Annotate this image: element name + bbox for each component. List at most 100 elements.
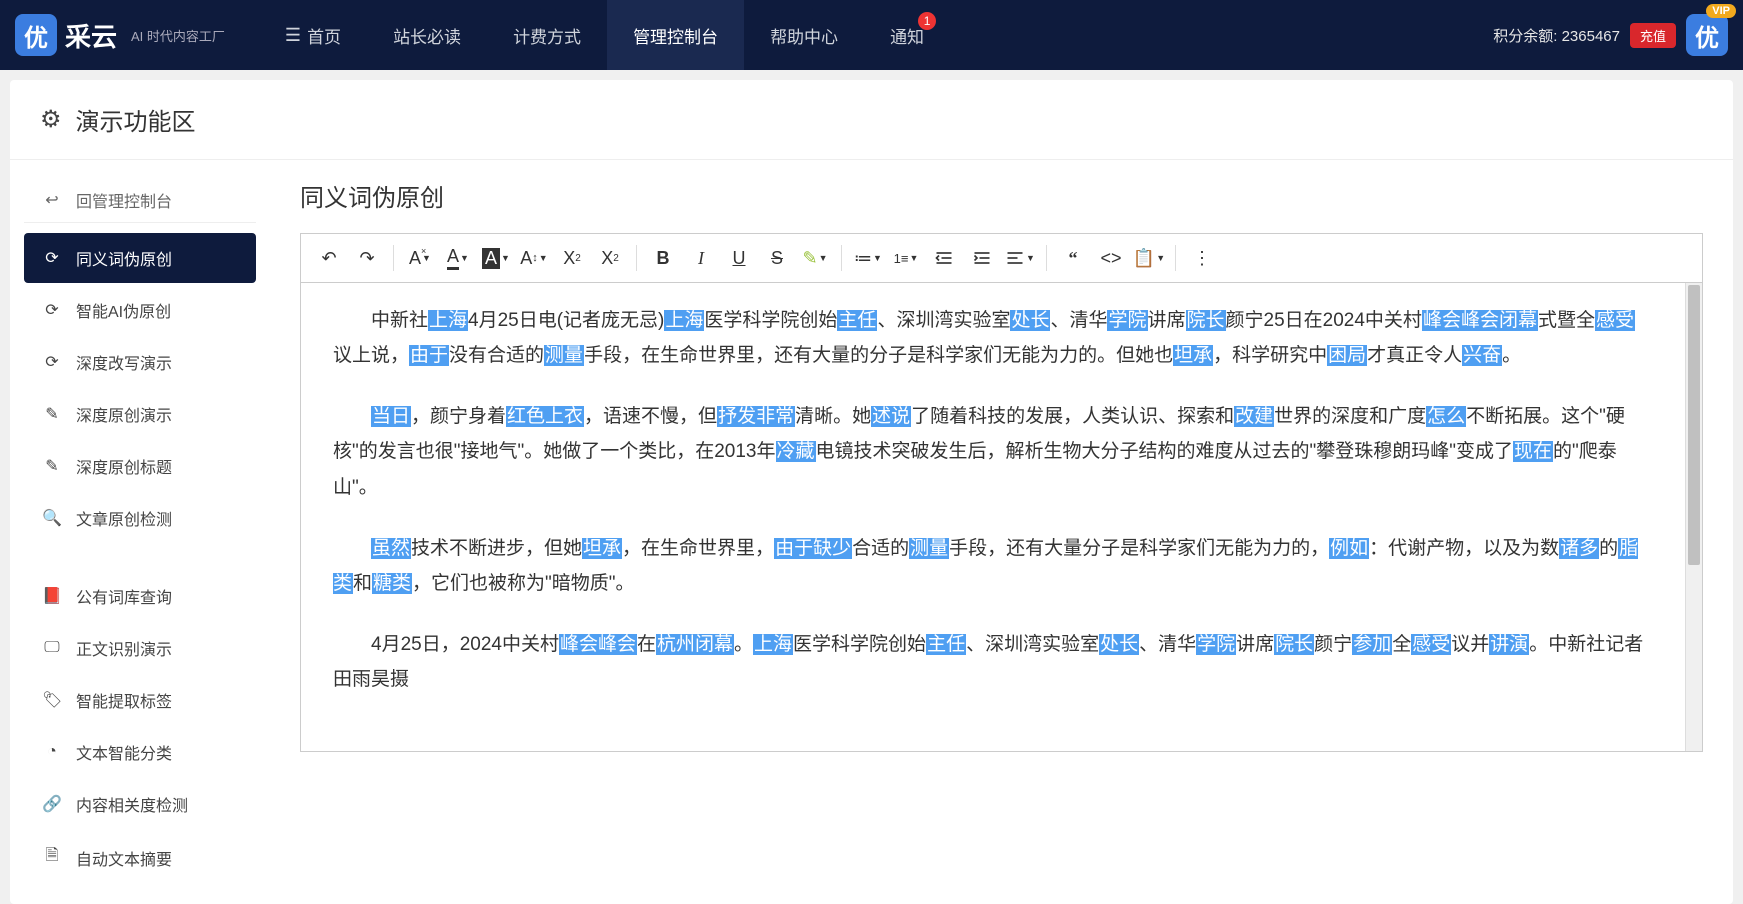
page-title: 演示功能区 xyxy=(76,102,196,137)
recharge-button[interactable]: 充值 xyxy=(1630,23,1676,48)
highlighted-word: 院长 xyxy=(1186,310,1226,331)
highlighted-word: 处长 xyxy=(1099,634,1139,655)
nav-item-3[interactable]: 管理控制台 xyxy=(607,0,744,70)
highlighted-word: 冷藏 xyxy=(776,441,816,462)
bold-button[interactable]: B xyxy=(645,240,681,276)
sidebar-item[interactable]: ✎ 深度原创标题 xyxy=(24,441,256,491)
editor-content[interactable]: 中新社上海4月25日电(记者庞无忌)上海医学科学院创始主任、深圳湾实验室处长、清… xyxy=(301,283,1685,751)
avatar-icon: 优 xyxy=(1686,14,1728,56)
italic-button[interactable]: I xyxy=(683,240,719,276)
highlighted-word: 由于 xyxy=(409,345,449,366)
nav-item-5[interactable]: 通知1 xyxy=(864,0,950,70)
logo[interactable]: 优 采云 AI 时代内容工厂 xyxy=(15,14,225,56)
highlighted-word: 当日 xyxy=(371,406,411,427)
toolbar-separator xyxy=(636,245,637,271)
highlighted-word: 例如 xyxy=(1329,538,1369,559)
points-balance: 积分余额: 2365467 xyxy=(1493,25,1620,46)
strikethrough-button[interactable]: S xyxy=(759,240,795,276)
sidebar-item[interactable]: 🔗 内容相关度检测 xyxy=(24,779,256,829)
align-button[interactable]: ▼ xyxy=(1002,240,1038,276)
logo-text: 采云 xyxy=(65,17,117,54)
more-button[interactable]: ⋮ xyxy=(1184,240,1220,276)
quote-button[interactable]: “ xyxy=(1055,240,1091,276)
outdent-button[interactable] xyxy=(926,240,962,276)
highlighted-word: 测量 xyxy=(544,345,584,366)
sidebar-label: 文章原创检测 xyxy=(76,506,172,530)
toolbar-separator xyxy=(841,245,842,271)
back-label: 回管理控制台 xyxy=(76,188,172,212)
superscript-button[interactable]: X2 xyxy=(592,240,628,276)
back-icon: ↩ xyxy=(42,190,62,210)
paragraph: 4月25日，2024中关村峰会峰会在杭州闭幕。上海医学科学院创始主任、深圳湾实验… xyxy=(333,627,1653,697)
sidebar-item[interactable]: ⟳智能AI伪原创 xyxy=(24,285,256,335)
highlighted-word: 改建 xyxy=(1234,406,1274,427)
sidebar-label: 公有词库查询 xyxy=(76,584,172,608)
nav-item-4[interactable]: 帮助中心 xyxy=(744,0,864,70)
highlighted-word: 学院 xyxy=(1107,310,1147,331)
back-to-console[interactable]: ↩ 回管理控制台 xyxy=(24,178,256,223)
highlighted-word: 现在 xyxy=(1513,441,1553,462)
gear-icon: ⚙ xyxy=(40,105,62,134)
paragraph: 虽然技术不断进步，但她坦承，在生命世界里，由于缺少合适的测量手段，还有大量分子是… xyxy=(333,531,1653,601)
highlighted-word: 坦承 xyxy=(582,538,622,559)
tag-icon: 🏷 xyxy=(42,690,62,710)
link-icon: 🔗 xyxy=(42,794,62,814)
highlighted-word: 峰会峰会 xyxy=(559,634,637,655)
edit-icon: ✎ xyxy=(42,456,62,476)
edit-icon: ✎ xyxy=(42,404,62,424)
highlighted-word: 处长 xyxy=(1010,310,1050,331)
sidebar-item[interactable]: 🖵正文识别演示 xyxy=(24,623,256,673)
paste-button[interactable]: 📋▼ xyxy=(1131,240,1167,276)
sidebar-item[interactable]: 🔍 文章原创检测 xyxy=(24,493,256,543)
sidebar-label: 内容相关度检测 xyxy=(76,792,188,816)
sidebar-item[interactable]: ⟳深度改写演示 xyxy=(24,337,256,387)
user-avatar[interactable]: VIP 优 xyxy=(1686,14,1728,56)
sidebar-label: 同义词伪原创 xyxy=(76,246,172,270)
search-icon: 🔍 xyxy=(42,508,62,528)
font-color-button[interactable]: A▼ xyxy=(440,240,476,276)
bg-color-button[interactable]: A▼ xyxy=(478,240,514,276)
sidebar-item[interactable]: 🗎自动文本摘要 xyxy=(24,831,256,884)
highlighted-word: 院长 xyxy=(1274,634,1314,655)
code-button[interactable]: <> xyxy=(1093,240,1129,276)
highlight-button[interactable]: ✎▼ xyxy=(797,240,833,276)
subscript-button[interactable]: X2 xyxy=(554,240,590,276)
undo-button[interactable]: ↶ xyxy=(311,240,347,276)
vip-badge: VIP xyxy=(1706,4,1736,18)
underline-button[interactable]: U xyxy=(721,240,757,276)
scrollbar-thumb[interactable] xyxy=(1688,285,1700,565)
highlighted-word: 感受 xyxy=(1595,310,1635,331)
top-nav: ☰首页站长必读计费方式管理控制台帮助中心通知1 xyxy=(259,0,950,70)
highlighted-word: 述说 xyxy=(871,406,911,427)
sidebar-item[interactable]: ✎深度原创演示 xyxy=(24,389,256,439)
highlighted-word: 由于缺少 xyxy=(774,538,852,559)
highlighted-word: 主任 xyxy=(926,634,966,655)
bullet-list-button[interactable]: ≔▼ xyxy=(850,240,886,276)
ordered-list-button[interactable]: 1≡▼ xyxy=(888,240,924,276)
highlighted-word: 怎么 xyxy=(1426,406,1466,427)
sidebar-label: 文本智能分类 xyxy=(76,740,172,764)
highlighted-word: 杭州闭幕 xyxy=(656,634,734,655)
clear-format-button[interactable]: A×▼ xyxy=(402,240,438,276)
page-container: ⚙ 演示功能区 ↩ 回管理控制台 ⟳同义词伪原创⟳智能AI伪原创⟳深度改写演示✎… xyxy=(10,80,1733,904)
paragraph: 当日，颜宁身着红色上衣，语速不慢，但抒发非常清晰。她述说了随着科技的发展，人类认… xyxy=(333,399,1653,504)
highlighted-word: 讲演 xyxy=(1489,634,1529,655)
sidebar-item[interactable]: ◔文本智能分类 xyxy=(24,727,256,777)
sidebar-item[interactable]: 📕公有词库查询 xyxy=(24,571,256,621)
font-size-button[interactable]: A↕▼ xyxy=(516,240,552,276)
nav-item-0[interactable]: ☰首页 xyxy=(259,0,367,70)
highlighted-word: 糖类 xyxy=(372,573,412,594)
sidebar-label: 深度原创标题 xyxy=(76,454,172,478)
notification-badge: 1 xyxy=(918,12,936,30)
redo-button[interactable]: ↷ xyxy=(349,240,385,276)
sidebar-item[interactable]: 🏷智能提取标签 xyxy=(24,675,256,725)
nav-item-2[interactable]: 计费方式 xyxy=(487,0,607,70)
indent-button[interactable] xyxy=(964,240,1000,276)
sidebar: ↩ 回管理控制台 ⟳同义词伪原创⟳智能AI伪原创⟳深度改写演示✎深度原创演示✎深… xyxy=(10,160,270,904)
highlighted-word: 主任 xyxy=(837,310,877,331)
highlighted-word: 上海 xyxy=(753,634,793,655)
sidebar-label: 自动文本摘要 xyxy=(76,846,172,870)
nav-item-1[interactable]: 站长必读 xyxy=(367,0,487,70)
sidebar-item[interactable]: ⟳同义词伪原创 xyxy=(24,233,256,283)
scrollbar[interactable] xyxy=(1685,283,1702,751)
